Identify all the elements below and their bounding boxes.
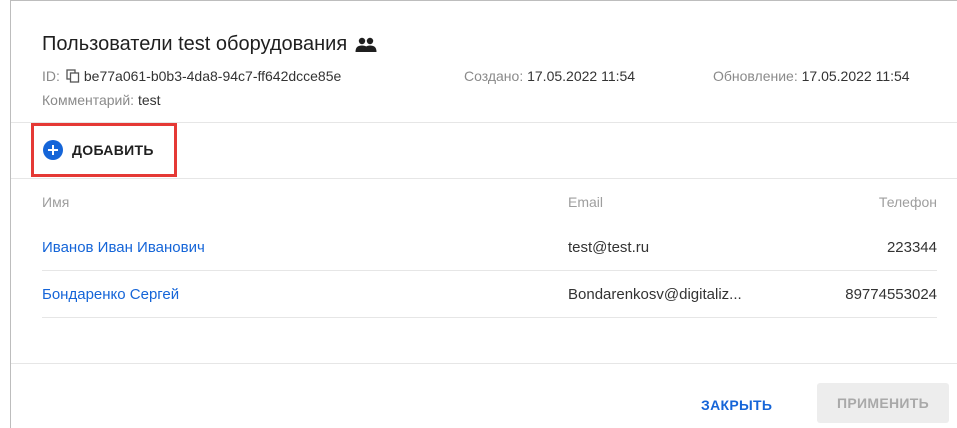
- add-button[interactable]: ДОБАВИТЬ: [31, 123, 177, 177]
- close-button[interactable]: ЗАКРЫТЬ: [701, 397, 772, 413]
- footer-divider: [11, 363, 957, 364]
- add-button-label: ДОБАВИТЬ: [72, 142, 154, 158]
- column-header-name: Имя: [42, 194, 70, 210]
- id-label: ID:: [42, 68, 60, 84]
- comment-label: Комментарий:: [42, 92, 135, 108]
- id-value: be77a061-b0b3-4da8-94c7-ff642dcce85e: [83, 68, 342, 84]
- apply-button-label: ПРИМЕНИТЬ: [837, 395, 929, 411]
- copy-icon[interactable]: [66, 69, 80, 83]
- dialog-title: Пользователи test оборудования: [42, 33, 377, 56]
- row-divider: [42, 270, 937, 271]
- row-divider: [42, 317, 937, 318]
- user-name-link[interactable]: Иванов Иван Иванович: [42, 239, 205, 256]
- group-icon: [355, 37, 377, 53]
- created-info: Создано: 17.05.2022 11:54: [464, 68, 635, 84]
- comment-info: Комментарий: test: [42, 92, 161, 108]
- user-phone: 89774553024: [845, 286, 937, 303]
- column-header-email: Email: [568, 194, 604, 210]
- divider: [11, 178, 957, 179]
- created-value: 17.05.2022 11:54: [527, 68, 636, 84]
- plus-circle-icon: [43, 140, 63, 160]
- dialog-header: Пользователи test оборудования ID: be77a…: [11, 1, 957, 123]
- column-header-phone: Телефон: [878, 194, 937, 210]
- updated-label: Обновление:: [713, 68, 798, 84]
- dialog-title-text: Пользователи test оборудования: [42, 33, 348, 55]
- apply-button[interactable]: ПРИМЕНИТЬ: [817, 383, 949, 423]
- id-row: ID: be77a061-b0b3-4da8-94c7-ff642dcce85e: [42, 68, 341, 84]
- user-email: Bondarenkosv@digitaliz...: [568, 286, 742, 303]
- updated-info: Обновление: 17.05.2022 11:54: [713, 68, 910, 84]
- user-phone: 223344: [886, 239, 937, 256]
- updated-value: 17.05.2022 11:54: [801, 68, 910, 84]
- user-email: test@test.ru: [568, 239, 650, 256]
- comment-value: test: [137, 92, 161, 108]
- user-name-link[interactable]: Бондаренко Сергей: [42, 286, 179, 303]
- created-label: Создано:: [464, 68, 524, 84]
- users-dialog: Пользователи test оборудования ID: be77a…: [10, 0, 957, 428]
